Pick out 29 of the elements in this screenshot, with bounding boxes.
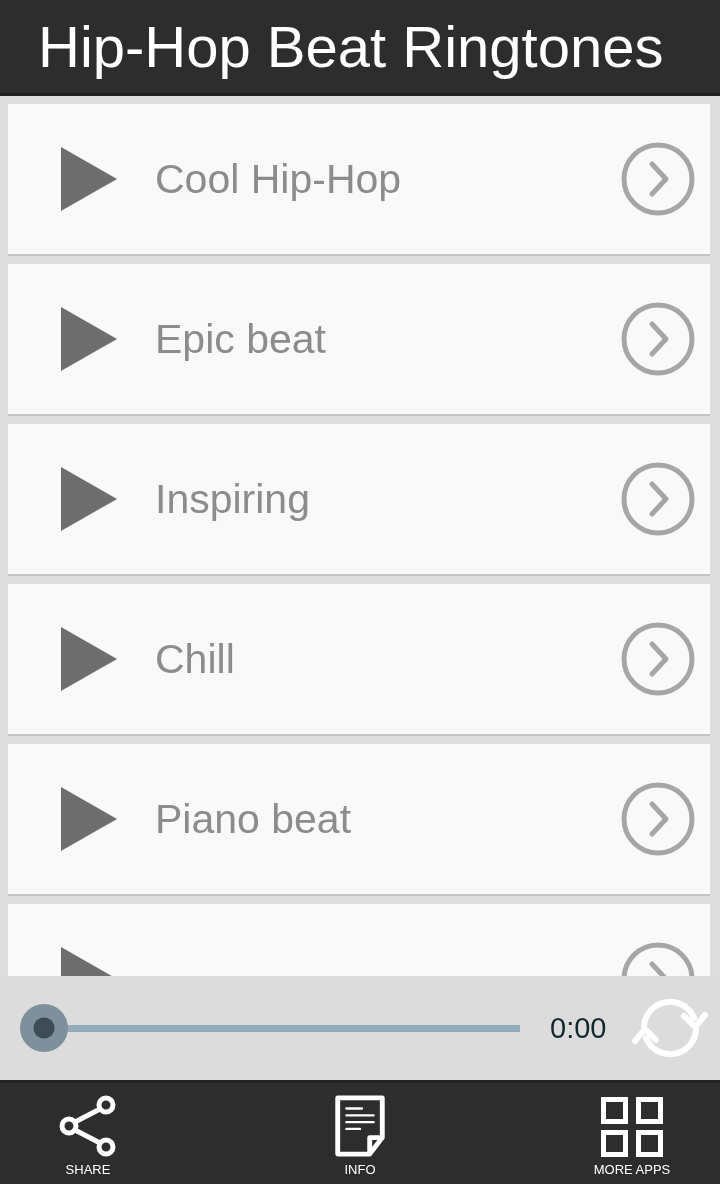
chevron-circle-icon[interactable]: [621, 622, 695, 696]
chevron-circle-icon[interactable]: [621, 462, 695, 536]
chevron-circle-icon[interactable]: [621, 302, 695, 376]
ringtone-card[interactable]: Inspiring: [8, 424, 710, 576]
chevron-circle-icon[interactable]: [621, 142, 695, 216]
ringtone-card[interactable]: Chill: [8, 584, 710, 736]
ringtone-card[interactable]: Epic beat: [8, 264, 710, 416]
elapsed-time: 0:00: [550, 1011, 607, 1045]
ringtone-title: Piano beat: [155, 795, 353, 843]
repeat-icon[interactable]: [632, 996, 709, 1060]
info-button[interactable]: INFO: [272, 1083, 448, 1184]
share-icon: [59, 1095, 117, 1157]
ringtone-title: Chill: [155, 635, 236, 683]
share-button[interactable]: SHARE: [0, 1083, 176, 1184]
ringtone-title: Cool Hip-Hop: [155, 155, 403, 203]
ringtone-title: Inspiring: [155, 475, 311, 523]
play-icon[interactable]: [61, 147, 117, 211]
ringtone-card[interactable]: Cool Hip-Hop: [8, 104, 710, 256]
chevron-circle-icon[interactable]: [621, 782, 695, 856]
ringtone-card[interactable]: Piano beat: [8, 744, 710, 896]
play-icon[interactable]: [61, 307, 117, 371]
document-icon: [334, 1095, 386, 1157]
more-apps-button[interactable]: MORE APPS: [544, 1083, 720, 1184]
play-icon[interactable]: [61, 627, 117, 691]
play-icon[interactable]: [61, 787, 117, 851]
grid-icon: [601, 1097, 663, 1157]
play-icon[interactable]: [61, 467, 117, 531]
ringtone-title: Epic beat: [155, 315, 327, 363]
slider-thumb[interactable]: [20, 1004, 68, 1052]
